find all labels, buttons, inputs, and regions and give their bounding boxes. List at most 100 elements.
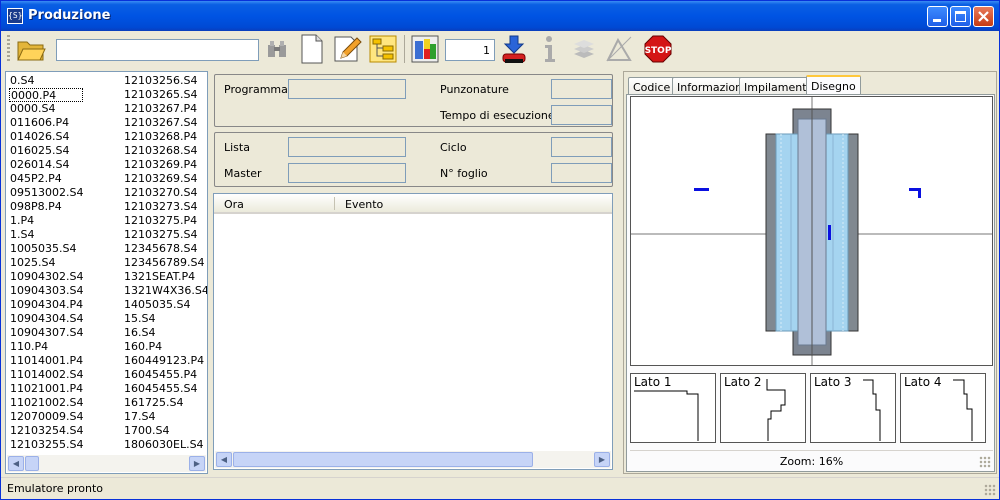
file-list-item[interactable]: 12103265.S4 — [124, 88, 207, 102]
file-list-item[interactable]: 15.S4 — [124, 312, 207, 326]
file-list-item[interactable]: 17.S4 — [124, 410, 207, 424]
file-list-item[interactable]: 1005035.S4 — [10, 242, 83, 256]
file-list-item[interactable]: 1.P4 — [10, 214, 83, 228]
file-list-item[interactable]: 12103267.S4 — [124, 116, 207, 130]
file-list-item[interactable]: 12103268.P4 — [124, 130, 207, 144]
file-list-item[interactable]: 09513002.S4 — [10, 186, 83, 200]
file-list-item[interactable]: 1806030EL.S4 — [124, 438, 207, 452]
scroll-thumb[interactable] — [233, 452, 533, 467]
file-list-item[interactable]: 10904304.P4 — [10, 298, 83, 312]
column-ora[interactable]: Ora — [224, 198, 244, 211]
close-button[interactable] — [973, 6, 994, 27]
file-list-item[interactable]: 160.P4 — [124, 340, 207, 354]
file-list-item[interactable]: 1025.S4 — [10, 256, 83, 270]
panel-resize-grip[interactable] — [979, 456, 991, 468]
file-list-item[interactable]: 11014002.S4 — [10, 368, 83, 382]
file-list-item[interactable]: 12103267.P4 — [124, 102, 207, 116]
event-log[interactable]: Ora Evento ◀ ▶ — [213, 193, 613, 470]
info-button[interactable] — [533, 33, 565, 65]
scroll-left-icon[interactable]: ◀ — [216, 452, 232, 467]
file-list-item[interactable]: 0000.P4 — [9, 88, 84, 102]
tree-button[interactable] — [367, 33, 399, 65]
file-list-item[interactable]: 10904307.S4 — [10, 326, 83, 340]
file-list-item[interactable]: 12103268.S4 — [124, 144, 207, 158]
drawing-canvas[interactable] — [630, 96, 993, 366]
scroll-right-icon[interactable]: ▶ — [594, 452, 610, 467]
file-list-item[interactable]: 12103273.S4 — [124, 200, 207, 214]
counter-field[interactable]: 1 — [445, 39, 495, 61]
file-list-hscrollbar[interactable]: ◀ ▶ — [7, 455, 206, 472]
file-list-item[interactable]: 098P8.P4 — [10, 200, 83, 214]
download-button[interactable] — [498, 33, 530, 65]
file-list-item[interactable]: 1700.S4 — [124, 424, 207, 438]
toolbar-grip[interactable] — [7, 35, 10, 63]
stop-button[interactable]: STOP — [642, 33, 674, 65]
program-combo[interactable] — [56, 39, 259, 61]
lato-2-preview[interactable]: Lato 2 — [720, 373, 806, 443]
file-list-item[interactable]: 1321SEAT.P4 — [124, 270, 207, 284]
file-list-item[interactable]: 011606.P4 — [10, 116, 83, 130]
lato-3-label: Lato 3 — [814, 375, 852, 389]
window-resize-grip[interactable] — [984, 484, 996, 496]
measure-button[interactable] — [603, 33, 635, 65]
toolbar: 1 STOP — [5, 31, 997, 69]
file-list-item[interactable]: 014026.S4 — [10, 130, 83, 144]
punzonature-field — [551, 79, 612, 99]
file-list-item[interactable]: 16045455.S4 — [124, 382, 207, 396]
file-list-item[interactable]: 123456789.S4 — [124, 256, 207, 270]
file-list-item[interactable]: 11021001.P4 — [10, 382, 83, 396]
event-log-hscrollbar[interactable]: ◀ ▶ — [215, 451, 611, 468]
new-document-button[interactable] — [296, 33, 328, 65]
file-list-item[interactable]: 12103269.P4 — [124, 158, 207, 172]
scroll-right-icon[interactable]: ▶ — [189, 456, 205, 471]
lato-3-preview[interactable]: Lato 3 — [810, 373, 896, 443]
file-list-item[interactable]: 1321W4X36.S4 — [124, 284, 207, 298]
file-list-item[interactable]: 12103254.S4 — [10, 424, 83, 438]
maximize-button[interactable] — [950, 6, 971, 27]
file-list-item[interactable]: 12103256.S4 — [124, 74, 207, 88]
file-list-item[interactable]: 0.S4 — [10, 74, 83, 88]
binoculars-button[interactable] — [261, 33, 293, 65]
file-list-item[interactable]: 1.S4 — [10, 228, 83, 242]
layers-button[interactable] — [568, 33, 600, 65]
file-list-item[interactable]: 11021002.S4 — [10, 396, 83, 410]
column-divider[interactable] — [334, 197, 335, 210]
lato-1-preview[interactable]: Lato 1 — [630, 373, 716, 443]
file-list-item[interactable]: 161725.S4 — [124, 396, 207, 410]
file-list-item[interactable]: 10904303.S4 — [10, 284, 83, 298]
window-title: Produzione — [28, 8, 111, 23]
file-list-item[interactable]: 12345678.S4 — [124, 242, 207, 256]
scroll-thumb[interactable] — [25, 456, 39, 471]
title-bar[interactable]: {S} Produzione — [1, 1, 999, 31]
file-list-item[interactable]: 10904304.S4 — [10, 312, 83, 326]
file-list-item[interactable]: 16045455.P4 — [124, 368, 207, 382]
file-list-item[interactable]: 12103270.S4 — [124, 186, 207, 200]
edit-button[interactable] — [331, 33, 363, 65]
file-list-item[interactable]: 11014001.P4 — [10, 354, 83, 368]
file-list-item[interactable]: 0000.S4 — [10, 102, 83, 116]
open-folder-button[interactable] — [15, 33, 47, 65]
foglio-label: N° foglio — [440, 167, 488, 180]
status-bar: Emulatore pronto — [1, 477, 999, 499]
file-list-item[interactable]: 016025.S4 — [10, 144, 83, 158]
minimize-button[interactable] — [927, 6, 948, 27]
file-list-item[interactable]: 12103275.P4 — [124, 214, 207, 228]
file-list-item[interactable]: 160449123.P4 — [124, 354, 207, 368]
column-evento[interactable]: Evento — [345, 198, 383, 211]
file-list-item[interactable]: 026014.S4 — [10, 158, 83, 172]
file-list-item[interactable]: 16.S4 — [124, 326, 207, 340]
app-icon: {S} — [7, 8, 23, 24]
file-list-item[interactable]: 12103275.S4 — [124, 228, 207, 242]
file-list-item[interactable]: 1405035.S4 — [124, 298, 207, 312]
lato-4-preview[interactable]: Lato 4 — [900, 373, 986, 443]
file-list[interactable]: 0.S4 0000.P4 0000.S4 011606.P4 014026.S4 0160… — [5, 71, 208, 474]
file-list-item[interactable]: 110.P4 — [10, 340, 83, 354]
scroll-left-icon[interactable]: ◀ — [8, 456, 24, 471]
file-list-item[interactable]: 045P2.P4 — [10, 172, 83, 186]
stack-chart-button[interactable] — [409, 33, 441, 65]
file-list-item[interactable]: 12103255.S4 — [10, 438, 83, 452]
file-list-item[interactable]: 12103269.S4 — [124, 172, 207, 186]
status-text: Emulatore pronto — [7, 482, 104, 495]
file-list-item[interactable]: 10904302.S4 — [10, 270, 83, 284]
file-list-item[interactable]: 12070009.S4 — [10, 410, 83, 424]
